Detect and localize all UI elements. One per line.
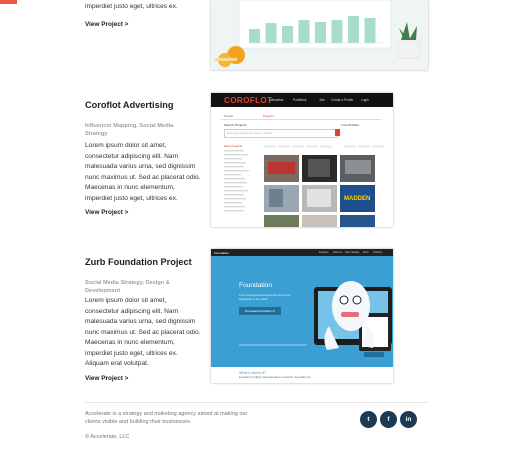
project-title: Zurb Foundation Project xyxy=(85,257,192,267)
plant-pot xyxy=(397,39,421,59)
illustration-bar xyxy=(348,16,359,43)
view-project-link[interactable]: View Project > xyxy=(85,209,128,216)
zurb-header: Foundation Features Add-ons Case Studies… xyxy=(211,249,393,256)
top-project-description: imperdiet justo eget, ultrices ex. xyxy=(85,3,178,10)
zurb-footer-text: Foundation 6 is lighter, faster and easi… xyxy=(239,377,312,379)
zurb-footer-heading: What's new in 6? xyxy=(239,371,267,375)
illustration-bar xyxy=(249,29,260,43)
illustration-bar xyxy=(265,23,277,43)
project-description: Lorem ipsum dolor sit amet, consectetur … xyxy=(85,142,201,202)
accent-bar xyxy=(0,0,17,4)
coroflot-screenshot[interactable]: COROFLOT Jobseeker Portfolios Join Creat… xyxy=(211,93,393,227)
analytics-illustration xyxy=(211,0,428,70)
project-title: Coroflot Advertising xyxy=(85,100,174,110)
illustration-bar xyxy=(331,20,343,43)
top-project-screenshot[interactable] xyxy=(211,0,428,70)
zurb-hero: Foundation The most advanced responsive … xyxy=(211,256,393,367)
illustration-bar xyxy=(298,20,310,43)
nav-item: Features xyxy=(319,251,329,254)
footer-divider xyxy=(85,402,428,403)
coroflot-content: MADDEN xyxy=(224,145,384,227)
twitter-icon[interactable]: t xyxy=(360,411,377,428)
facebook-icon[interactable]: f xyxy=(380,411,397,428)
nav-item: Add-ons xyxy=(333,251,342,254)
illustration-bar xyxy=(282,26,293,43)
illustration-bar xyxy=(315,22,326,43)
yeti-mascot-illustration xyxy=(239,281,392,357)
linkedin-icon[interactable]: in xyxy=(400,411,417,428)
zurb-screenshot[interactable]: Foundation Features Add-ons Case Studies… xyxy=(211,249,393,383)
top-view-project-link[interactable]: View Project > xyxy=(85,21,128,28)
copyright: © Accelerate, LLC xyxy=(85,434,130,440)
svg-text:MADDEN: MADDEN xyxy=(344,196,370,202)
project-subtitle: Social Media Strategy, Design & Developm… xyxy=(85,280,170,294)
nav-item: Training xyxy=(373,251,382,254)
nav-item: Case Studies xyxy=(345,251,360,254)
footer-about: Accelerate is a strategy and maketing ag… xyxy=(85,411,248,425)
project-description: Lorem ipsum dolor sit amet, consectetur … xyxy=(85,297,201,367)
project-subtitle: Influencer Mapping, Social Media Strateg… xyxy=(85,123,174,137)
nav-item: Docs xyxy=(363,251,369,254)
illustration-bar xyxy=(364,18,376,43)
view-project-link[interactable]: View Project > xyxy=(85,375,128,382)
zurb-brand: Foundation xyxy=(214,251,230,255)
